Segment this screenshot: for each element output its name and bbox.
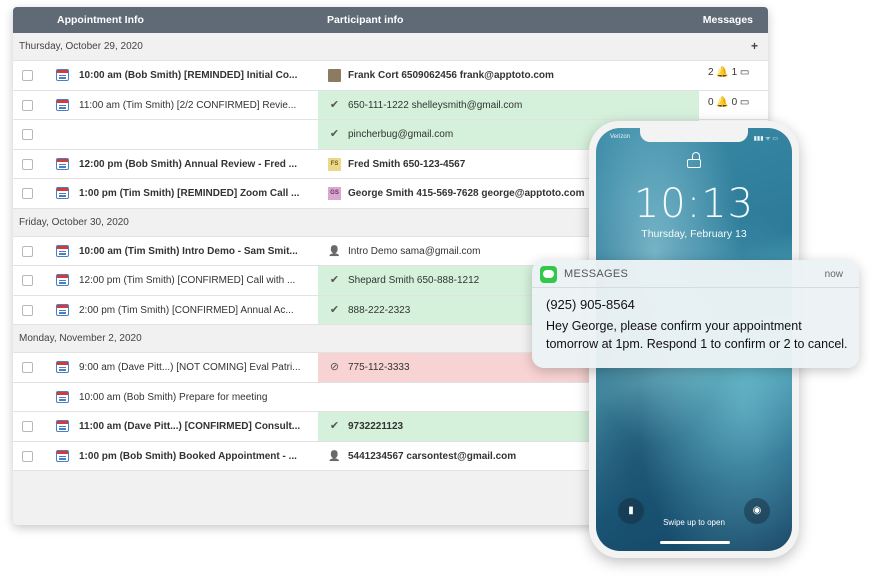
participant-details: Frank Cort 6509062456 frank@apptoto.com (348, 70, 554, 81)
calendar-icon (56, 187, 69, 199)
appointment-info[interactable]: 9:00 am (Dave Pitt...) [NOT COMING] Eval… (79, 362, 315, 373)
appointment-info[interactable]: 1:00 pm (Bob Smith) Booked Appointment -… (79, 451, 315, 462)
participant-details: Intro Demo sama@gmail.com (348, 245, 481, 257)
header-messages[interactable]: Messages (703, 14, 753, 26)
row-checkbox[interactable] (22, 304, 33, 316)
unlock-icon (687, 152, 701, 168)
table-header: Appointment Info Participant info Messag… (13, 7, 768, 33)
participant-details: 775-112-3333 (348, 362, 410, 373)
appointment-info[interactable]: 1:00 pm (Tim Smith) [REMINDED] Zoom Call… (79, 188, 315, 199)
row-checkbox[interactable] (22, 99, 33, 111)
date-group-label: Friday, October 30, 2020 (19, 216, 129, 228)
row-checkbox[interactable] (22, 362, 33, 373)
notification-app-name: MESSAGES (564, 268, 629, 280)
messages-app-icon (540, 266, 557, 283)
participant-details: 5441234567 carsontest@gmail.com (348, 450, 517, 462)
avatar (328, 69, 341, 82)
table-row[interactable]: 10:00 am (Bob Smith) [REMINDED] Initial … (13, 61, 768, 91)
appointment-info[interactable]: 11:00 am (Dave Pitt...) [CONFIRMED] Cons… (79, 421, 315, 432)
notification-time: now (824, 269, 843, 280)
appointment-info[interactable]: 2:00 pm (Tim Smith) [CONFIRMED] Annual A… (79, 305, 315, 316)
participant-cell[interactable]: Frank Cort 6509062456 frank@apptoto.com (318, 61, 699, 90)
check-icon: ✔ (329, 98, 340, 111)
calendar-icon (56, 420, 69, 432)
swipe-up-label: Swipe up to open (663, 518, 725, 527)
row-checkbox[interactable] (22, 275, 33, 286)
participant-details: pincherbug@gmail.com (348, 129, 454, 140)
calendar-icon (56, 390, 69, 403)
header-participant-info[interactable]: Participant info (327, 14, 403, 26)
check-icon: ✔ (329, 420, 340, 432)
calendar-icon (56, 98, 69, 111)
calendar-icon (56, 303, 69, 316)
calendar-icon (56, 157, 69, 170)
date-group-label: Thursday, October 29, 2020 (19, 41, 143, 52)
notification-sender: (925) 905-8564 (546, 297, 635, 312)
participant-details: Shepard Smith 650-888-1212 (348, 275, 480, 286)
calendar-icon (56, 274, 69, 286)
home-indicator[interactable] (660, 541, 730, 544)
message-counts: 2 🔔 1 ▭ (708, 67, 750, 78)
appointment-info[interactable]: 11:00 am (Tim Smith) [2/2 CONFIRMED] Rev… (79, 100, 315, 111)
header-appointment-info[interactable]: Appointment Info (57, 14, 144, 26)
row-checkbox[interactable] (22, 158, 33, 170)
status-bar-icons: ▮▮▮ ᯤ ▭ (753, 136, 778, 142)
row-checkbox[interactable] (22, 70, 33, 81)
participant-details: 9732221123 (348, 421, 404, 432)
appointment-info[interactable]: 12:00 pm (Bob Smith) Annual Review - Fre… (79, 159, 315, 170)
appointment-info[interactable]: 10:00 am (Tim Smith) Intro Demo - Sam Sm… (79, 246, 315, 257)
participant-details: Fred Smith 650-123-4567 (348, 158, 466, 170)
lock-screen-date: Thursday, February 13 (641, 228, 747, 240)
lock-screen-time: 10:13 (633, 181, 755, 227)
calendar-icon (56, 244, 69, 257)
calendar-icon (56, 449, 69, 462)
row-checkbox[interactable] (22, 421, 33, 432)
participant-details: 650-111-1222 shelleysmith@gmail.com (348, 99, 523, 111)
check-icon: ✔ (329, 303, 340, 316)
add-button[interactable]: + (751, 39, 758, 53)
date-group-row: Thursday, October 29, 2020 + (13, 33, 768, 61)
carrier-label: Verizon (610, 134, 631, 140)
appointment-info[interactable]: 12:00 pm (Tim Smith) [CONFIRMED] Call wi… (79, 275, 315, 286)
calendar-icon (56, 361, 69, 373)
check-icon: ✔ (329, 128, 340, 140)
table-row[interactable]: 11:00 am (Tim Smith) [2/2 CONFIRMED] Rev… (13, 90, 768, 120)
person-icon: 👤 (328, 245, 341, 257)
row-checkbox[interactable] (22, 450, 33, 462)
calendar-icon (56, 69, 69, 81)
appointment-info[interactable]: 10:00 am (Bob Smith) [REMINDED] Initial … (79, 70, 315, 81)
check-icon: ✔ (329, 274, 340, 286)
notification-body: Hey George, please confirm your appointm… (546, 319, 848, 351)
participant-details: George Smith 415-569-7628 george@apptoto… (348, 188, 585, 199)
row-checkbox[interactable] (22, 245, 33, 257)
avatar: FS (328, 157, 341, 171)
participant-details: 888-222-2323 (348, 304, 411, 316)
notification-header: MESSAGES now (532, 260, 859, 288)
row-checkbox[interactable] (22, 129, 33, 140)
date-group-label: Monday, November 2, 2020 (19, 333, 142, 344)
row-checkbox[interactable] (22, 188, 33, 199)
person-icon: 👤 (328, 450, 341, 462)
appointment-info[interactable]: 10:00 am (Bob Smith) Prepare for meeting (79, 392, 315, 403)
avatar: GS (328, 187, 341, 200)
participant-cell[interactable]: ✔ 650-111-1222 shelleysmith@gmail.com (318, 90, 699, 119)
message-counts: 0 🔔 0 ▭ (708, 96, 750, 108)
sms-notification[interactable]: MESSAGES now (925) 905-8564 Hey George, … (532, 260, 859, 368)
not-coming-icon: ⊘ (329, 361, 340, 373)
phone-notch (640, 128, 748, 142)
